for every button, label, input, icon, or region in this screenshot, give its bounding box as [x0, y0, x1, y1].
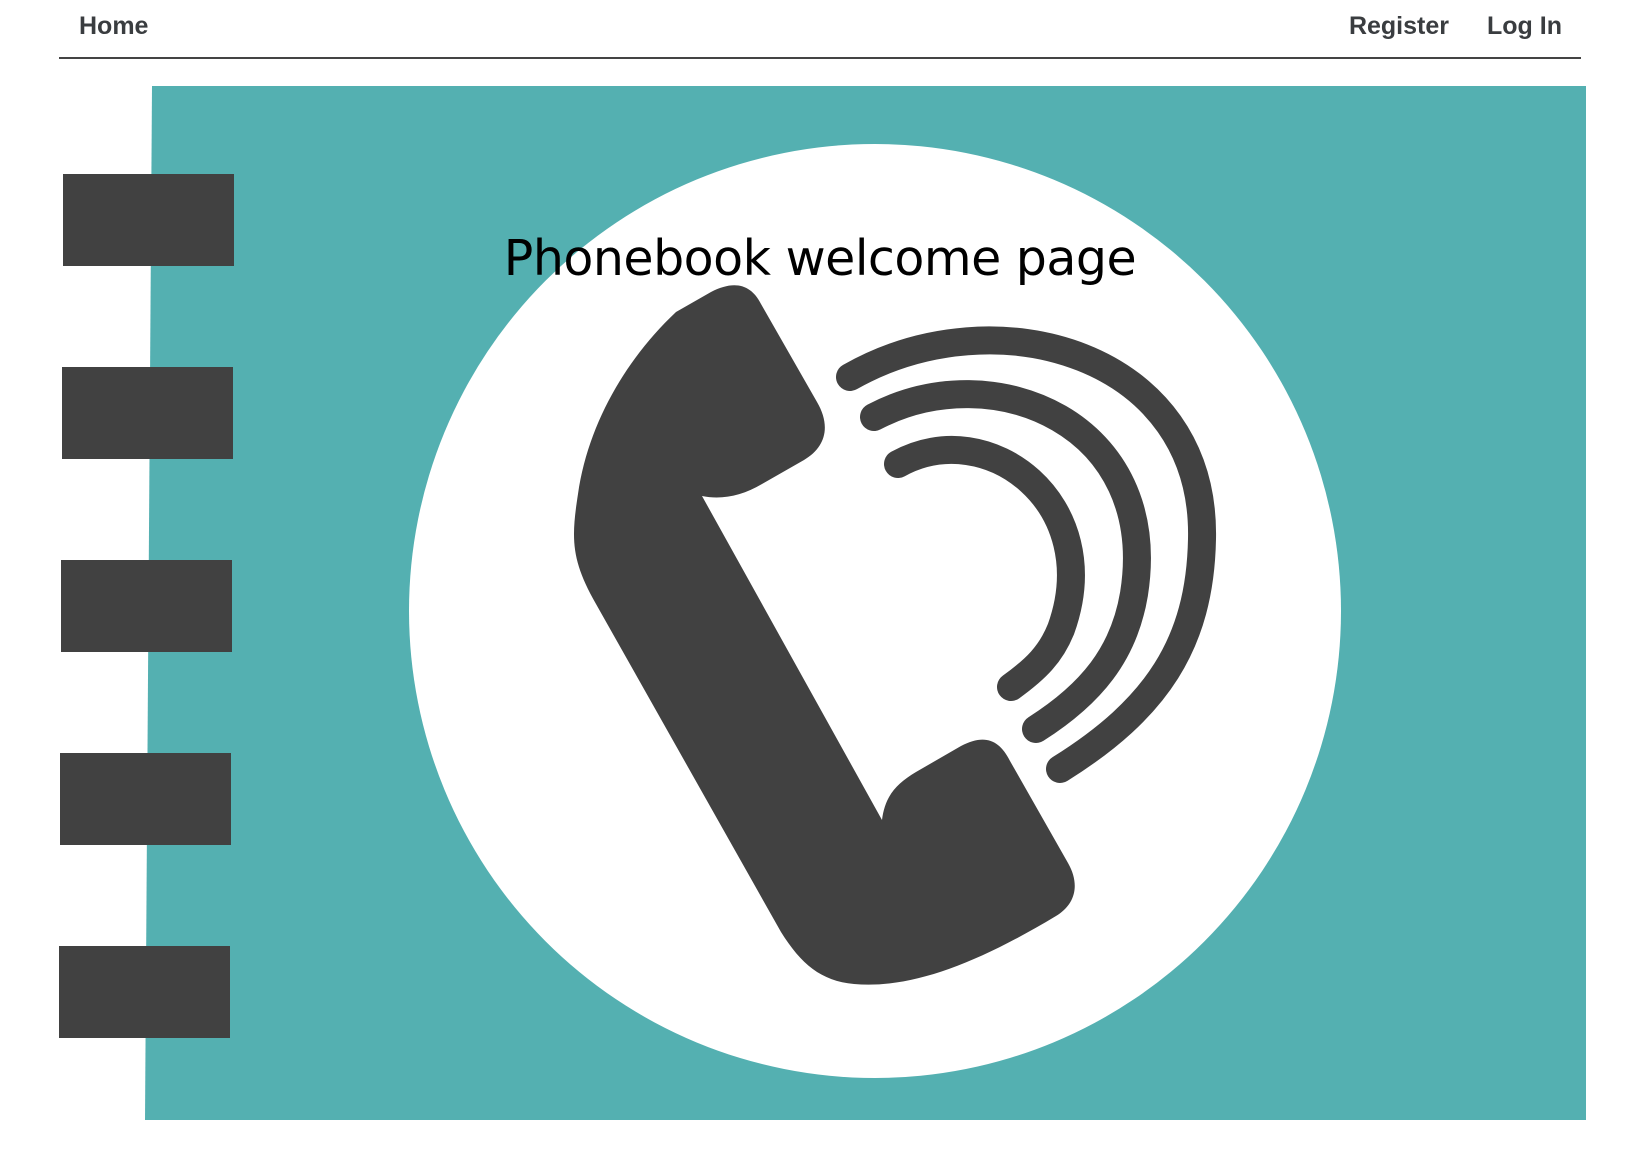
page-title: Phonebook welcome page [503, 230, 1137, 287]
page: Home Register Log In Phonebook welcome p… [0, 0, 1640, 1152]
binding-tab [61, 560, 232, 652]
binding-tab [62, 367, 233, 459]
nav-register-link[interactable]: Register [1349, 10, 1449, 42]
top-navbar: Home Register Log In [59, 0, 1581, 59]
binding-tab [59, 946, 230, 1038]
nav-home-link[interactable]: Home [79, 10, 148, 42]
nav-login-link[interactable]: Log In [1487, 10, 1562, 42]
binding-tab [60, 753, 231, 845]
